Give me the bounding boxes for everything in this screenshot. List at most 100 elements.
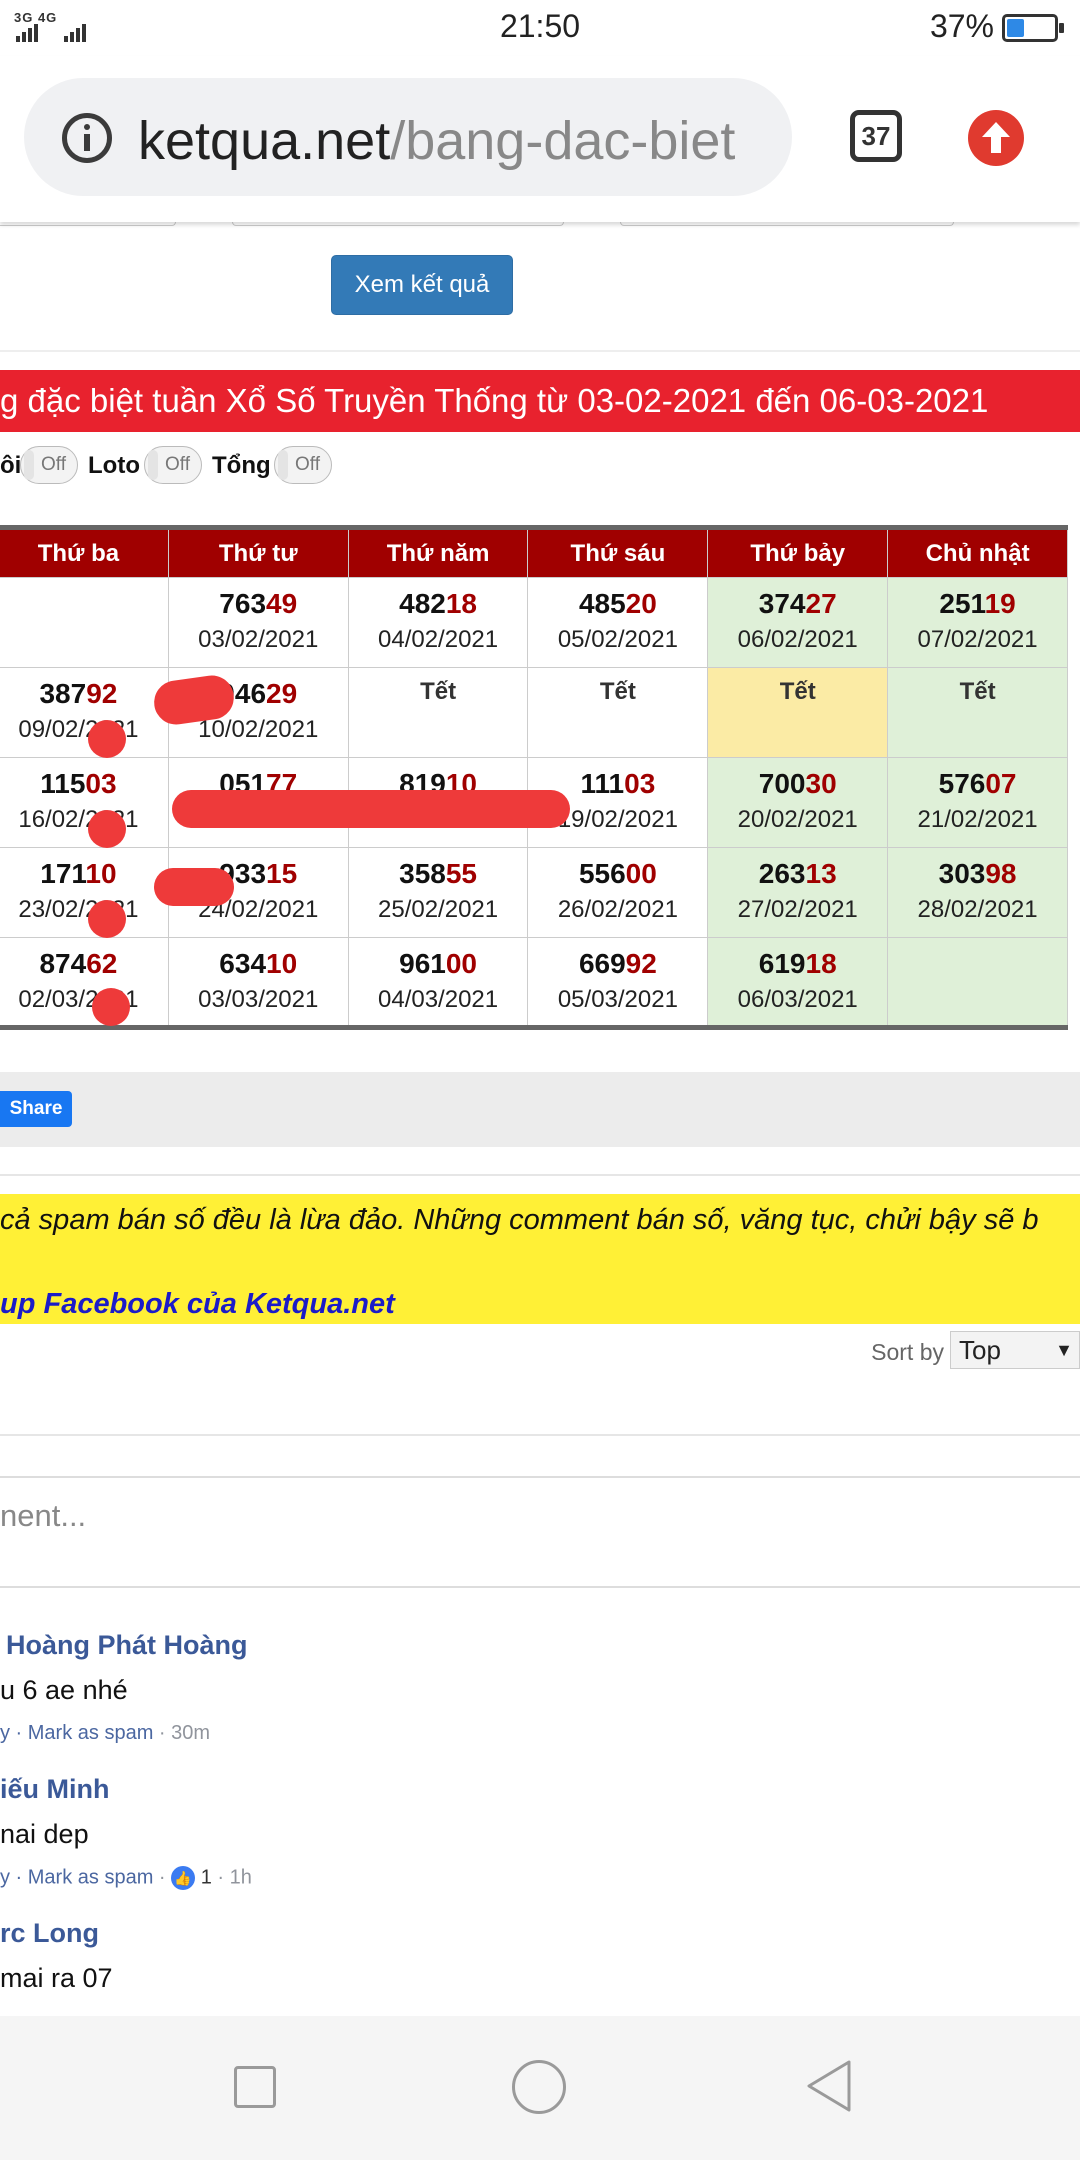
result-cell: 35855 25/02/2021 (347, 847, 529, 938)
result-date: 16/02/2021 (18, 806, 139, 833)
result-date: 20/02/2021 (737, 806, 858, 833)
result-number-tail: 19 (984, 588, 1016, 619)
thumbs-up-icon: 👍 (171, 1866, 196, 1890)
notice-text: cả spam bán số đều là lừa đảo. Những com… (0, 1204, 1039, 1236)
result-cell: 38792 09/02/2021 (0, 667, 169, 758)
comment-actions[interactable]: y · Mark as spam (0, 1722, 153, 1744)
result-number: 57607 (888, 768, 1067, 804)
comment-input[interactable]: nent... (0, 1476, 1080, 1588)
battery-level (1007, 19, 1024, 37)
select-stub[interactable] (232, 222, 564, 226)
results-table: Thứ ba Thứ tư Thứ năm Thứ sáu Thứ bảy Ch… (0, 525, 1068, 1030)
clock: 21:50 (499, 8, 581, 44)
result-number: 11503 (0, 768, 168, 804)
comment-meta: y · Mark as spam · 👍 1 · 1h (0, 1866, 252, 1890)
result-number-head: 171 (40, 858, 86, 889)
result-date: 28/02/2021 (917, 896, 1038, 923)
comment-time[interactable]: 30m (171, 1722, 210, 1744)
recents-icon[interactable] (234, 2066, 276, 2108)
facebook-group-link[interactable]: up Facebook của Ketqua.net (0, 1288, 395, 1321)
result-date: 04/02/2021 (378, 626, 499, 653)
comment-text: u 6 ae nhé (0, 1675, 128, 1705)
result-number-tail: 18 (445, 588, 477, 619)
result-number: 66992 (528, 948, 707, 984)
result-number-head: 700 (758, 768, 806, 799)
column-header: Thứ bảy (707, 527, 889, 578)
tab-switcher-button[interactable]: 37 (850, 110, 902, 162)
result-number-tail: 15 (266, 858, 298, 889)
comment-author[interactable]: Hoàng Phát Hoàng (0, 1630, 1080, 1661)
share-button[interactable]: Share (0, 1091, 72, 1127)
browser-toolbar: ketqua.net/bang-dac-biet 37 (0, 56, 1080, 222)
back-icon[interactable] (804, 2058, 854, 2114)
toggle-switch[interactable]: Off (20, 446, 78, 484)
result-date: 26/02/2021 (557, 896, 678, 923)
column-header: Thứ năm (347, 527, 529, 578)
select-stub[interactable] (0, 222, 176, 226)
sort-select[interactable]: Top ▼ (950, 1331, 1080, 1369)
result-cell: Tết (887, 667, 1068, 758)
comment-actions[interactable]: y · Mark as spam (0, 1866, 153, 1888)
caret-down-icon: ▼ (1055, 1340, 1073, 1360)
result-number-head: 634 (219, 948, 267, 979)
notice-box: cả spam bán số đều là lừa đảo. Những com… (0, 1194, 1080, 1324)
status-bar: 3G 4G 21:50 37% (0, 0, 1080, 56)
comment-author[interactable]: iếu Minh (0, 1774, 1080, 1805)
result-number-head: 358 (399, 858, 446, 889)
result-number-head: 482 (399, 588, 446, 619)
redaction-mark (154, 868, 234, 906)
result-number: 76349 (169, 588, 348, 624)
result-date: 03/02/2021 (198, 626, 319, 653)
result-cell: 17110 23/02/2021 (0, 847, 169, 938)
table-row: 76349 03/02/2021 48218 04/02/2021 48520 05/02… (0, 577, 1068, 668)
result-number: 17110 (0, 858, 168, 894)
result-cell (887, 937, 1068, 1028)
page-title: g đặc biệt tuần Xổ Số Truyền Thống từ 03… (0, 370, 1080, 432)
upload-icon[interactable] (968, 110, 1024, 166)
toggle-switch[interactable]: Off (144, 446, 202, 484)
view-results-button[interactable]: Xem kết quả (331, 255, 513, 315)
result-number-tail: 18 (805, 948, 837, 979)
result-number-tail: 27 (805, 588, 837, 619)
comment-time[interactable]: 1h (230, 1866, 252, 1888)
comment-item: iếu Minh nai dep y · Mark as spam · 👍 1 … (0, 1774, 1080, 1890)
result-number-tail: 92 (625, 948, 657, 979)
info-icon[interactable] (62, 113, 112, 163)
result-number-head: 485 (578, 588, 626, 619)
comment-item: Hoàng Phát Hoàng u 6 ae nhé y · Mark as … (0, 1630, 1080, 1745)
result-number-tail: 03 (85, 768, 117, 799)
result-date: 09/02/2021 (18, 716, 139, 743)
result-number: 48520 (528, 588, 707, 624)
result-number: 48218 (349, 588, 528, 624)
result-cell: 55600 26/02/2021 (527, 847, 709, 938)
redaction-mark (88, 810, 126, 848)
result-date: 25/02/2021 (378, 896, 499, 923)
result-number-head: 111 (580, 768, 625, 799)
result-cell (0, 577, 169, 668)
redaction-mark (92, 988, 130, 1026)
sort-label: Sort by (871, 1339, 944, 1365)
url-text[interactable]: ketqua.net/bang-dac-biet (138, 110, 735, 172)
select-stub[interactable] (620, 222, 954, 226)
result-number-tail: 92 (86, 678, 118, 709)
redaction-mark (88, 720, 126, 758)
home-icon[interactable] (512, 2060, 566, 2114)
result-number: 25119 (888, 588, 1067, 624)
url-host: ketqua.net (138, 111, 391, 171)
comment-text: nai dep (0, 1819, 89, 1849)
holiday-label: Tết (959, 678, 996, 705)
result-number-tail: 62 (86, 948, 118, 979)
result-cell: Tết (347, 667, 529, 758)
result-cell: Tết (707, 667, 889, 758)
table-header-row: Thứ ba Thứ tư Thứ năm Thứ sáu Thứ bảy Ch… (0, 527, 1068, 578)
result-number-tail: 55 (445, 858, 477, 889)
result-cell: 48520 05/02/2021 (527, 577, 709, 668)
comment-author[interactable]: rc Long (0, 1918, 1080, 1949)
result-cell: 57607 21/02/2021 (887, 757, 1068, 848)
address-bar[interactable]: ketqua.net/bang-dac-biet (24, 78, 792, 196)
toggle-switch[interactable]: Off (274, 446, 332, 484)
result-number-tail: 03 (624, 768, 656, 799)
result-number-head: 263 (758, 858, 806, 889)
result-date: 21/02/2021 (917, 806, 1038, 833)
result-date: 07/02/2021 (917, 626, 1038, 653)
